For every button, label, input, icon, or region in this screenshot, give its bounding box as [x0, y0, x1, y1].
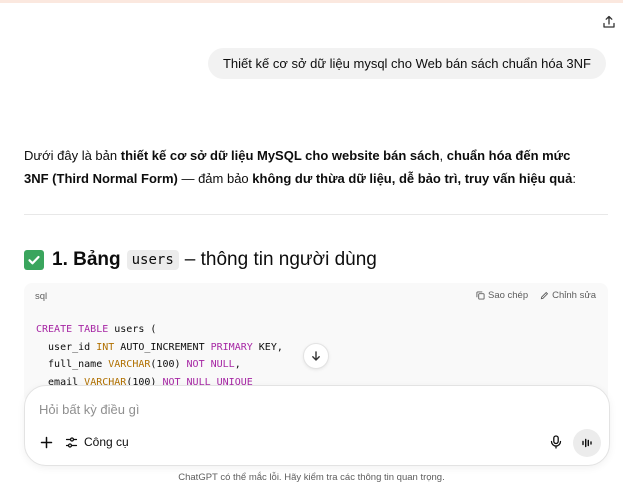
tools-label: Công cụ: [84, 435, 129, 449]
dictate-button[interactable]: [547, 433, 565, 451]
assistant-answer-intro: Dưới đây là bản thiết kế cơ sở dữ liệu M…: [24, 144, 584, 190]
share-icon: [603, 15, 615, 28]
check-mark-icon: [24, 250, 44, 270]
intro-text: Dưới đây là bản: [24, 148, 121, 163]
top-accent-line: [0, 0, 623, 3]
section-number: 1. Bảng: [52, 249, 121, 270]
prompt-input[interactable]: [39, 398, 579, 420]
add-attachment-button[interactable]: [37, 433, 55, 451]
microphone-icon: [550, 435, 562, 449]
code-token: AUTO_INCREMENT: [114, 341, 211, 353]
share-button[interactable]: [599, 12, 619, 32]
code-content: CREATE TABLE users ( user_id INT AUTO_IN…: [36, 321, 283, 391]
intro-text: ,: [439, 148, 447, 163]
table-name-code: users: [126, 250, 179, 270]
waveform-icon: [582, 438, 592, 448]
tools-button[interactable]: Công cụ: [65, 432, 129, 452]
intro-bold: không dư thừa dữ liệu, dễ bảo trì, truy …: [252, 171, 573, 186]
section-suffix: – thông tin người dùng: [184, 249, 377, 270]
section-heading: 1. Bảng users – thông tin người dùng: [24, 246, 377, 274]
edit-label: Chỉnh sửa: [552, 290, 596, 301]
user-message-bubble: Thiết kế cơ sở dữ liệu mysql cho Web bán…: [207, 48, 606, 79]
scroll-to-bottom-button[interactable]: [303, 343, 329, 369]
code-token: CREATE TABLE: [36, 324, 109, 335]
code-token: user_id: [36, 341, 97, 353]
code-language-label: sql: [35, 291, 48, 302]
edit-code-button[interactable]: Chỉnh sửa: [540, 290, 596, 301]
code-token: VARCHAR: [108, 359, 151, 370]
copy-label: Sao chép: [487, 290, 529, 301]
code-token: ,: [234, 359, 241, 370]
code-actions: Sao chép Chỉnh sửa: [476, 290, 596, 301]
code-token: PRIMARY: [210, 341, 253, 353]
copy-code-button[interactable]: Sao chép: [476, 290, 528, 301]
code-token: KEY,: [252, 341, 283, 353]
intro-bold: thiết kế cơ sở dữ liệu MySQL cho website…: [120, 148, 440, 163]
voice-mode-button[interactable]: [573, 429, 601, 457]
code-token: (100): [150, 359, 187, 370]
code-token: NOT NULL: [186, 359, 235, 370]
code-token: INT: [96, 341, 115, 353]
intro-text: :: [572, 171, 576, 186]
sliders-icon: [65, 436, 78, 448]
composer: Công cụ: [24, 385, 610, 466]
section-divider: [24, 214, 608, 215]
plus-icon: [40, 436, 52, 448]
intro-text: — đảm bảo: [177, 171, 253, 186]
code-token: users (: [108, 324, 157, 335]
code-token: full_name: [36, 359, 109, 370]
pencil-icon: [540, 291, 549, 300]
arrow-down-icon: [312, 351, 320, 361]
copy-icon: [476, 291, 485, 300]
disclaimer-text: ChatGPT có thể mắc lỗi. Hãy kiểm tra các…: [178, 472, 445, 483]
